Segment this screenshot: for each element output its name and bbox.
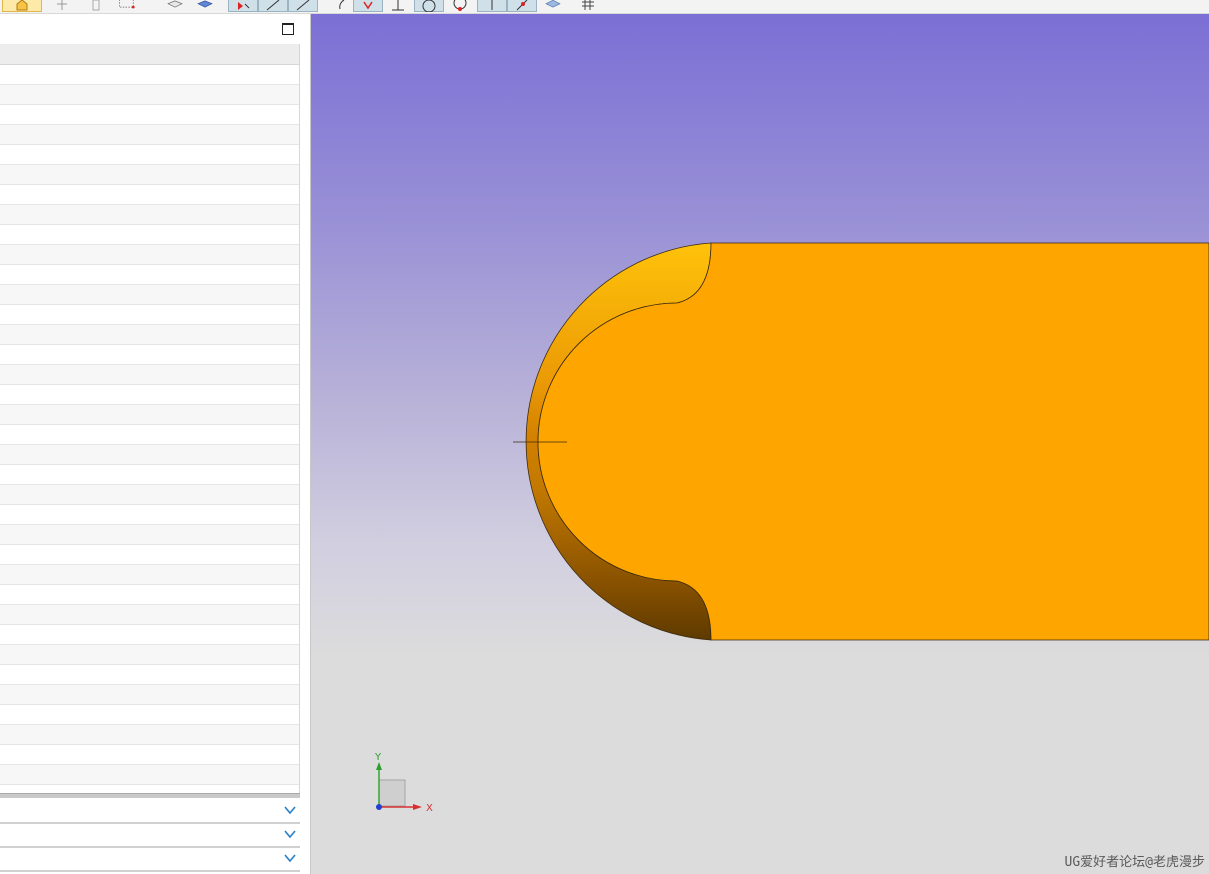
part-model[interactable]	[311, 14, 1209, 874]
navigator-table-header	[0, 44, 299, 65]
navigator-row[interactable]	[0, 245, 299, 265]
navigator-row[interactable]	[0, 405, 299, 425]
navigator-row[interactable]	[0, 445, 299, 465]
app-window: Y X UG爱好者论坛@老虎漫步	[0, 0, 1209, 874]
selection-box-icon	[119, 0, 135, 9]
watermark-text: UG爱好者论坛@老虎漫步	[1064, 855, 1205, 870]
perpendicular-icon	[491, 0, 493, 10]
navigator-row[interactable]	[0, 125, 299, 145]
navigator-row[interactable]	[0, 665, 299, 685]
navigator-row[interactable]	[0, 185, 299, 205]
navigator-row[interactable]	[0, 645, 299, 665]
point-on-curve-button[interactable]	[507, 0, 537, 12]
navigator-row[interactable]	[0, 285, 299, 305]
navigator-row[interactable]	[0, 705, 299, 725]
navigator-row[interactable]	[0, 265, 299, 285]
triad-x-label: X	[426, 803, 433, 814]
navigator-row[interactable]	[0, 345, 299, 365]
section-3[interactable]	[0, 848, 300, 872]
chevron-down-icon[interactable]	[283, 803, 297, 817]
navigator-row[interactable]	[0, 165, 299, 185]
navigator-row[interactable]	[0, 565, 299, 585]
face-icon	[545, 0, 561, 8]
mid-point-button[interactable]	[388, 0, 408, 12]
circle-center-icon	[422, 0, 436, 12]
shaded-cube-icon	[197, 0, 213, 8]
navigator-row[interactable]	[0, 225, 299, 245]
triad-y-label: Y	[374, 752, 382, 763]
point-on-curve-icon	[516, 0, 528, 11]
shaded-view-button[interactable]	[192, 0, 218, 12]
quadrant-point-button[interactable]	[450, 0, 470, 12]
wireframe-view-button[interactable]	[162, 0, 188, 12]
section-1[interactable]	[0, 800, 300, 824]
navigator-row[interactable]	[0, 145, 299, 165]
navigator-row[interactable]	[0, 725, 299, 745]
curve-icon	[296, 0, 310, 11]
curve-snap-button[interactable]	[288, 0, 318, 12]
line-snap-button[interactable]	[258, 0, 288, 12]
navigator-row[interactable]	[0, 325, 299, 345]
end-point-icon	[363, 1, 373, 10]
filter-icon	[92, 0, 100, 11]
snap-point-button[interactable]	[52, 0, 72, 12]
wireframe-cube-icon	[167, 0, 183, 8]
navigator-row[interactable]	[0, 105, 299, 125]
navigator-splitter[interactable]	[0, 793, 300, 798]
navigator-row[interactable]	[0, 425, 299, 445]
select-arrow-icon	[238, 2, 250, 10]
navigator-row[interactable]	[0, 545, 299, 565]
navigator-row[interactable]	[0, 625, 299, 645]
navigator-row[interactable]	[0, 485, 299, 505]
navigator-row[interactable]	[0, 205, 299, 225]
filter-button[interactable]	[86, 0, 106, 12]
part-navigator-panel	[0, 14, 311, 874]
navigator-row[interactable]	[0, 525, 299, 545]
snap-point-icon	[57, 0, 67, 10]
navigator-row[interactable]	[0, 585, 299, 605]
navigator-row[interactable]	[0, 765, 299, 785]
selection-box-button[interactable]	[114, 0, 140, 12]
navigator-row[interactable]	[0, 745, 299, 765]
navigator-row[interactable]	[0, 605, 299, 625]
grid-button[interactable]	[578, 0, 598, 12]
section-2[interactable]	[0, 824, 300, 848]
mid-point-icon	[392, 0, 404, 11]
perpendicular-button[interactable]	[477, 0, 507, 12]
toolbar	[0, 0, 1209, 14]
navigator-rows	[0, 65, 299, 785]
arc-icon	[339, 0, 345, 10]
navigator-row[interactable]	[0, 365, 299, 385]
navigator-row[interactable]	[0, 465, 299, 485]
navigator-row[interactable]	[0, 305, 299, 325]
face-snap-button[interactable]	[540, 0, 566, 12]
chevron-down-icon[interactable]	[283, 851, 297, 865]
line-icon	[266, 0, 280, 11]
navigator-row[interactable]	[0, 65, 299, 85]
navigator-divider	[299, 44, 300, 794]
navigator-row[interactable]	[0, 685, 299, 705]
end-point-button[interactable]	[353, 0, 383, 12]
arc-button[interactable]	[330, 0, 350, 12]
maximize-icon[interactable]	[282, 23, 294, 35]
circle-center-button[interactable]	[414, 0, 444, 12]
graphics-viewport[interactable]: Y X UG爱好者论坛@老虎漫步	[311, 14, 1209, 874]
navigator-row[interactable]	[0, 505, 299, 525]
navigator-row[interactable]	[0, 385, 299, 405]
select-mode-button[interactable]	[228, 0, 258, 12]
quadrant-point-icon	[453, 0, 467, 11]
home-icon	[16, 0, 28, 11]
wcs-triad: Y X	[374, 752, 433, 814]
grid-icon	[582, 0, 594, 10]
home-view-button[interactable]	[2, 0, 42, 12]
navigator-row[interactable]	[0, 85, 299, 105]
chevron-down-icon[interactable]	[283, 827, 297, 841]
